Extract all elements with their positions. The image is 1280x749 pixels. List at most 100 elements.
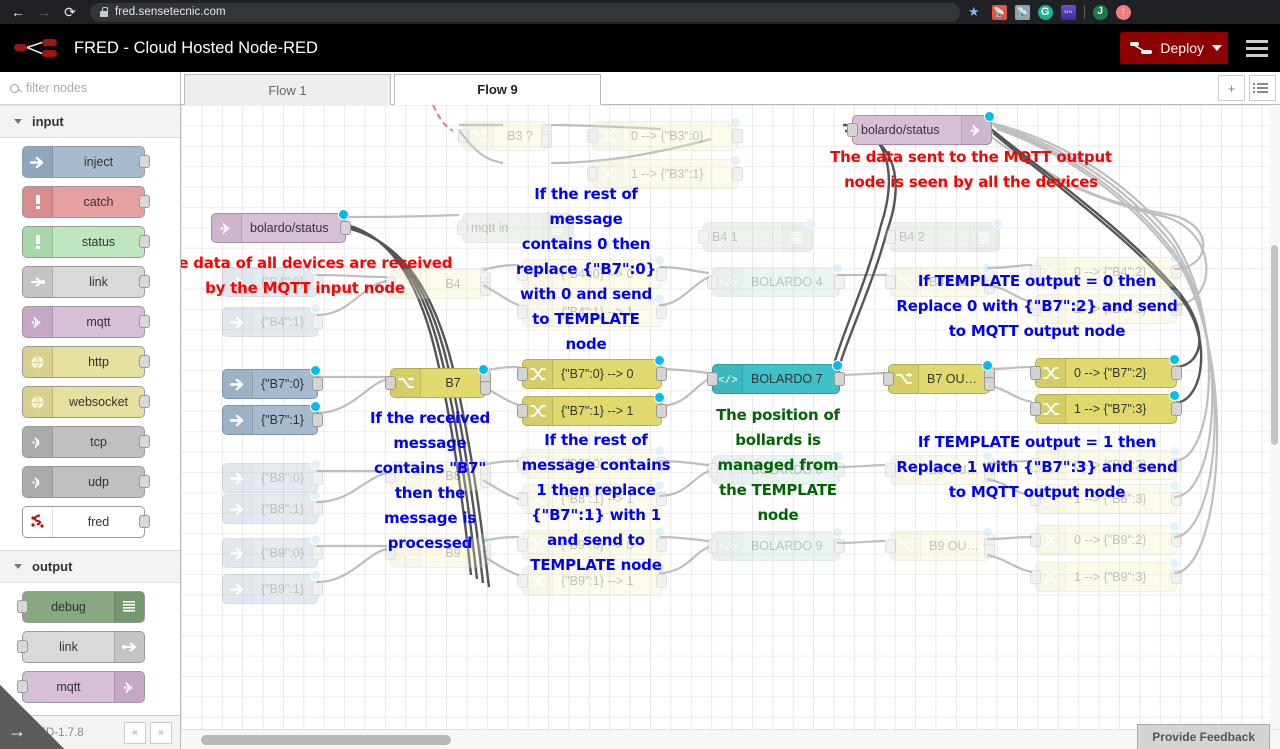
flow-node-bol8[interactable]: </>BOLARDO 8: [712, 455, 840, 485]
node-input-port[interactable]: [885, 539, 896, 553]
node-output-port[interactable]: [834, 275, 845, 289]
palette-node-udp-input[interactable]: udp: [22, 466, 145, 498]
node-output-port-2[interactable]: [480, 282, 491, 296]
node-input-port[interactable]: [517, 574, 528, 588]
node-output-port[interactable]: [1171, 402, 1182, 416]
palette-node-catch-input[interactable]: catch: [22, 186, 145, 218]
node-input-port[interactable]: [707, 275, 718, 289]
node-input-port[interactable]: [587, 167, 598, 181]
node-output-port[interactable]: [139, 355, 150, 368]
node-input-port[interactable]: [385, 546, 396, 560]
canvas-vertical-scrollbar[interactable]: [1269, 105, 1280, 729]
add-flow-button[interactable]: +: [1218, 75, 1245, 101]
flow-node-b3_1[interactable]: 1 --> {"B3":1}: [592, 159, 738, 189]
palette-node-link-output[interactable]: link: [22, 631, 145, 663]
search-input[interactable]: filter nodes: [26, 81, 87, 95]
flow-node-b3q[interactable]: B3 ?: [463, 121, 547, 151]
flow-node-b4sw[interactable]: B4: [390, 269, 486, 299]
node-input-port[interactable]: [458, 129, 469, 143]
node-output-port[interactable]: [139, 315, 150, 328]
flow-node-b9out[interactable]: B9 OUT ?: [890, 531, 990, 561]
flow-canvas[interactable]: B3 ?0 --> {"B3":0}1 --> {"B3":1}bolardo/…: [181, 105, 1280, 749]
flow-tab-flow-1[interactable]: Flow 1: [184, 74, 391, 105]
palette-node-inject-input[interactable]: inject: [22, 146, 145, 178]
palette-search-bar[interactable]: filter nodes: [0, 72, 180, 105]
flow-node-b9_inj1[interactable]: {"B9":1}: [222, 574, 318, 604]
node-output-port-2[interactable]: [480, 474, 491, 488]
node-input-port[interactable]: [17, 680, 28, 693]
flow-node-b4o_1[interactable]: 1 --> {"B4":3}: [1035, 294, 1177, 324]
node-output-port[interactable]: [656, 404, 667, 418]
flow-node-b8sw[interactable]: B8: [390, 461, 486, 491]
node-input-port[interactable]: [698, 230, 709, 244]
node-output-port[interactable]: [656, 538, 667, 552]
flow-node-b7o_1[interactable]: 1 --> {"B7":3}: [1035, 394, 1177, 424]
palette-node-link-input[interactable]: link: [22, 266, 145, 298]
node-output-port[interactable]: [139, 435, 150, 448]
flow-node-mqttin_m[interactable]: mqtt in: [462, 213, 574, 243]
flow-node-b7out[interactable]: B7 OUT ?: [888, 364, 990, 394]
palette-node-websocket-input[interactable]: websocket: [22, 386, 145, 418]
node-input-port[interactable]: [587, 129, 598, 143]
node-output-port[interactable]: [656, 367, 667, 381]
node-output-port[interactable]: [656, 574, 667, 588]
node-output-port-2[interactable]: [480, 551, 491, 565]
upload-extension[interactable]: ↑: [1116, 5, 1131, 20]
rss-gray-extension[interactable]: 📡: [1015, 5, 1030, 20]
node-output-port[interactable]: [1171, 458, 1182, 472]
horizontal-scroll-thumb[interactable]: [201, 735, 451, 745]
flow-node-bol9[interactable]: </>BOLARDO 9: [712, 531, 840, 561]
flow-node-b7sw[interactable]: B7: [390, 368, 486, 398]
palette-node-http-input[interactable]: http: [22, 346, 145, 378]
flow-tab-flow-9[interactable]: Flow 9: [394, 74, 601, 105]
node-input-port[interactable]: [17, 640, 28, 653]
node-output-port-2[interactable]: [480, 381, 491, 395]
flow-node-b4_inj0[interactable]: {"B4":0}: [222, 267, 318, 297]
flow-node-b7_0[interactable]: {"B7":0} --> 0: [522, 359, 662, 389]
node-input-port[interactable]: [707, 372, 718, 386]
vertical-scroll-thumb[interactable]: [1271, 245, 1278, 445]
collapse-all-icon[interactable]: «: [124, 722, 146, 744]
palette-node-fred-input[interactable]: fred: [22, 506, 145, 538]
node-output-port[interactable]: [834, 539, 845, 553]
flow-node-b8_1[interactable]: {"B8":1} --> 1: [522, 484, 662, 514]
flow-node-b8_0[interactable]: {"B8":0} --> 0: [522, 449, 662, 479]
node-output-port[interactable]: [656, 305, 667, 319]
flow-node-b4out[interactable]: B4 OUT ?: [890, 267, 990, 297]
node-output-port[interactable]: [656, 492, 667, 506]
palette-node-mqtt-output[interactable]: mqtt: [22, 671, 145, 703]
node-output-port[interactable]: [312, 471, 323, 485]
node-output-port[interactable]: [834, 372, 845, 386]
deploy-button[interactable]: Deploy: [1120, 32, 1228, 64]
flow-node-b8out[interactable]: B8 OUT ?: [890, 455, 990, 485]
palette-category-input[interactable]: input: [0, 105, 180, 138]
flow-node-b7_1[interactable]: {"B7":1} --> 1: [522, 396, 662, 426]
forward-arrow-icon[interactable]: →: [32, 2, 56, 22]
palette-scroll[interactable]: inputinjectcatchstatuslinkmqtthttpwebsoc…: [0, 105, 180, 715]
node-output-port-2[interactable]: [984, 544, 995, 558]
node-input-port[interactable]: [885, 230, 896, 244]
flow-node-b7_inj1[interactable]: {"B7":1}: [222, 405, 318, 435]
node-output-port[interactable]: [312, 377, 323, 391]
node-output-port[interactable]: [340, 221, 351, 235]
flow-node-b8o_1[interactable]: 1 --> {"B8":3}: [1035, 484, 1177, 514]
node-output-port[interactable]: [139, 195, 150, 208]
flow-node-b4_1[interactable]: {"B4":1} --> 1: [522, 297, 662, 327]
flow-node-bol4[interactable]: </>BOLARDO 4: [712, 267, 840, 297]
node-input-port[interactable]: [1030, 366, 1041, 380]
flow-node-b41[interactable]: B4 1: [703, 222, 813, 252]
node-input-port[interactable]: [885, 275, 896, 289]
node-output-port[interactable]: [312, 275, 323, 289]
node-output-port[interactable]: [139, 475, 150, 488]
node-input-port[interactable]: [517, 404, 528, 418]
canvas-horizontal-scrollbar[interactable]: [181, 729, 1280, 749]
grammarly-extension[interactable]: G: [1038, 5, 1053, 20]
flow-node-b4_0[interactable]: {"B4":0} --> 0: [522, 259, 662, 289]
node-output-port[interactable]: [312, 502, 323, 516]
flow-node-b7o_0[interactable]: 0 --> {"B7":2}: [1035, 358, 1177, 388]
node-output-port-2[interactable]: [984, 377, 995, 391]
flow-node-b7_inj0[interactable]: {"B7":0}: [222, 369, 318, 399]
node-input-port[interactable]: [517, 538, 528, 552]
node-output-port[interactable]: [312, 413, 323, 427]
node-output-port[interactable]: [139, 275, 150, 288]
